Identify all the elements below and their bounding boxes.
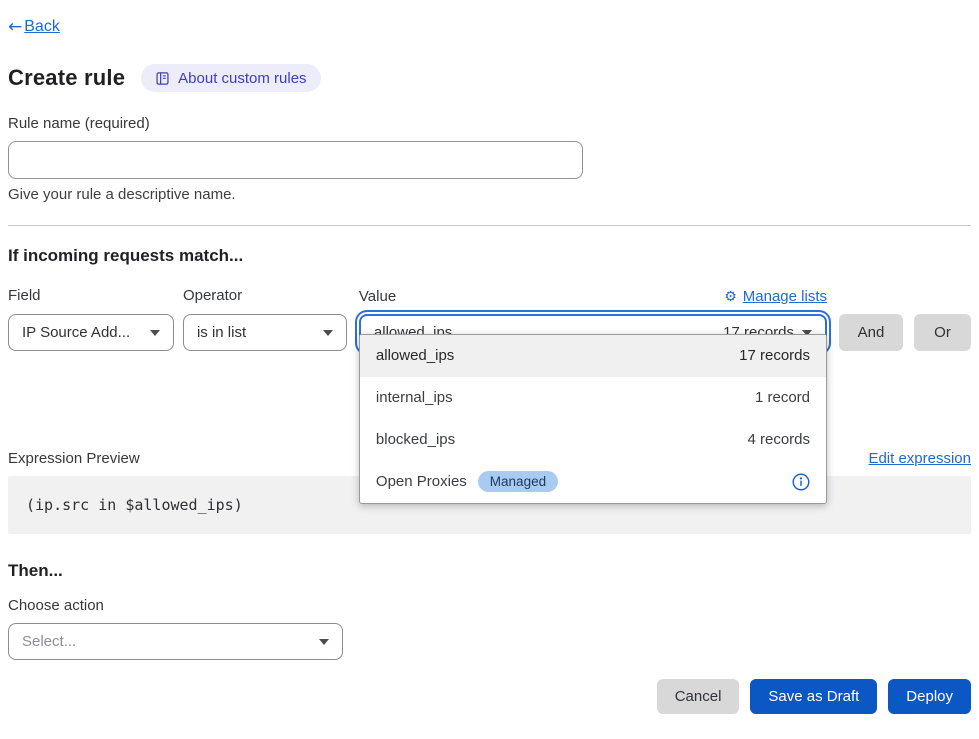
or-button[interactable]: Or bbox=[914, 314, 971, 351]
book-icon bbox=[155, 71, 170, 86]
operator-select-value: is in list bbox=[197, 324, 246, 341]
operator-label: Operator bbox=[183, 287, 347, 304]
list-option-records: 17 records bbox=[739, 347, 810, 364]
list-dropdown-menu: allowed_ips 17 records internal_ips 1 re… bbox=[359, 334, 827, 504]
operator-column: Operator is in list bbox=[183, 287, 347, 351]
list-option-open-proxies[interactable]: Open Proxies Managed bbox=[360, 461, 826, 503]
list-option-name: Open Proxies bbox=[376, 473, 467, 490]
rule-name-label: Rule name (required) bbox=[8, 115, 971, 132]
title-row: Create rule About custom rules bbox=[8, 64, 971, 92]
rule-name-input[interactable] bbox=[8, 141, 583, 179]
action-select-placeholder: Select... bbox=[22, 633, 76, 650]
logic-buttons: And Or bbox=[839, 314, 971, 351]
field-column: Field IP Source Add... bbox=[8, 287, 174, 351]
chevron-down-icon bbox=[323, 330, 333, 336]
chevron-down-icon bbox=[319, 639, 329, 645]
page-title: Create rule bbox=[8, 65, 125, 91]
value-column: Value ⚙ Manage lists allowed_ips 17 reco… bbox=[355, 288, 831, 352]
match-section-heading: If incoming requests match... bbox=[8, 246, 971, 266]
manage-lists-link[interactable]: ⚙ Manage lists bbox=[724, 288, 827, 305]
about-custom-rules-badge[interactable]: About custom rules bbox=[141, 64, 320, 92]
expression-code: (ip.src in $allowed_ips) bbox=[26, 496, 243, 514]
list-option-records: 4 records bbox=[747, 431, 810, 448]
action-select[interactable]: Select... bbox=[8, 623, 343, 660]
and-button[interactable]: And bbox=[839, 314, 903, 351]
rule-name-helper: Give your rule a descriptive name. bbox=[8, 186, 971, 203]
chevron-down-icon bbox=[150, 330, 160, 336]
gear-icon: ⚙ bbox=[724, 289, 737, 305]
section-divider bbox=[8, 225, 971, 226]
create-rule-page: ←Back Create rule About custom rules Rul… bbox=[0, 0, 979, 714]
back-arrow-icon: ← bbox=[8, 17, 22, 37]
then-section-heading: Then... bbox=[8, 561, 971, 581]
list-option-allowed-ips[interactable]: allowed_ips 17 records bbox=[360, 335, 826, 377]
back-row: ←Back bbox=[8, 0, 971, 37]
deploy-button[interactable]: Deploy bbox=[888, 679, 971, 714]
field-label: Field bbox=[8, 287, 174, 304]
value-label-row: Value ⚙ Manage lists bbox=[355, 288, 831, 306]
field-select[interactable]: IP Source Add... bbox=[8, 314, 174, 351]
value-label: Value bbox=[359, 288, 396, 305]
list-option-internal-ips[interactable]: internal_ips 1 record bbox=[360, 377, 826, 419]
list-option-name: blocked_ips bbox=[376, 431, 455, 448]
save-as-draft-button[interactable]: Save as Draft bbox=[750, 679, 877, 714]
back-link[interactable]: ←Back bbox=[8, 17, 60, 37]
operator-select[interactable]: is in list bbox=[183, 314, 347, 351]
about-badge-label: About custom rules bbox=[178, 70, 306, 87]
info-icon[interactable] bbox=[792, 473, 810, 491]
cancel-button[interactable]: Cancel bbox=[657, 679, 740, 714]
list-option-blocked-ips[interactable]: blocked_ips 4 records bbox=[360, 419, 826, 461]
list-option-name: allowed_ips bbox=[376, 347, 454, 364]
list-option-name: internal_ips bbox=[376, 389, 453, 406]
list-option-records: 1 record bbox=[755, 389, 810, 406]
field-select-value: IP Source Add... bbox=[22, 324, 130, 341]
expression-preview-label: Expression Preview bbox=[8, 450, 140, 467]
managed-badge: Managed bbox=[478, 471, 558, 492]
manage-lists-label: Manage lists bbox=[743, 288, 827, 305]
edit-expression-link[interactable]: Edit expression bbox=[868, 450, 971, 467]
choose-action-label: Choose action bbox=[8, 597, 971, 614]
back-link-label: Back bbox=[24, 18, 60, 36]
condition-builder-row: Field IP Source Add... Operator is in li… bbox=[8, 287, 971, 351]
footer-actions: Cancel Save as Draft Deploy bbox=[8, 679, 971, 714]
